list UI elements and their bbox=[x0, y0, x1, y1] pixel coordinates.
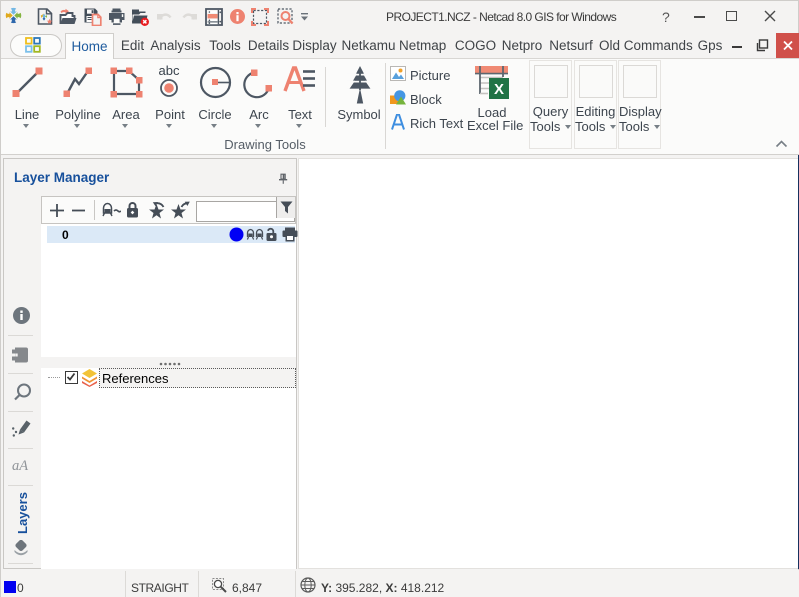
svg-text:X: X bbox=[494, 81, 504, 98]
